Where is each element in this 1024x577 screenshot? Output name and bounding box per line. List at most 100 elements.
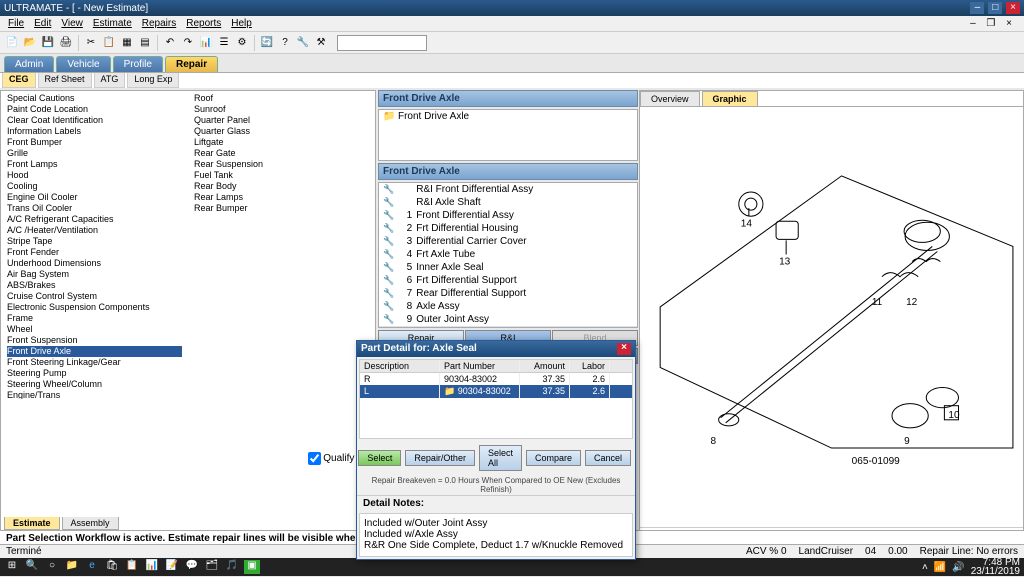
part-row[interactable]: 🔧3Differential Carrier Cover	[379, 235, 637, 248]
category-item[interactable]: Stripe Tape	[7, 236, 182, 247]
col-labor[interactable]: Labor	[570, 360, 610, 372]
part-row[interactable]: 🔧4Frt Axle Tube	[379, 248, 637, 261]
subtab-atg[interactable]: ATG	[94, 73, 126, 88]
category-item[interactable]: Paint Code Location	[7, 104, 182, 115]
subtab-ceg[interactable]: CEG	[2, 73, 36, 88]
part-row[interactable]: 🔧6Frt Differential Support	[379, 274, 637, 287]
list-icon[interactable]: ☰	[216, 35, 232, 51]
spreadsheet-icon[interactable]: 📊	[198, 35, 214, 51]
tray-volume-icon[interactable]: 🔊	[952, 562, 964, 573]
category-item[interactable]: Wheel	[7, 324, 182, 335]
category-item[interactable]: Front Suspension	[7, 335, 182, 346]
repair-other-button[interactable]: Repair/Other	[405, 450, 475, 466]
category-item[interactable]: Underhood Dimensions	[7, 258, 182, 269]
rtab-graphic[interactable]: Graphic	[702, 91, 758, 106]
save-icon[interactable]: 💾	[40, 35, 56, 51]
tab-vehicle[interactable]: Vehicle	[56, 56, 110, 72]
refresh-icon[interactable]: 🔄	[259, 35, 275, 51]
part-row[interactable]: 🔧R&I Front Differential Assy	[379, 183, 637, 196]
menu-help[interactable]: Help	[227, 17, 256, 30]
dialog-titlebar[interactable]: Part Detail for: Axle Seal ×	[357, 341, 635, 357]
menu-file[interactable]: File	[4, 17, 28, 30]
select-button[interactable]: Select	[358, 450, 401, 466]
subtab-longexp[interactable]: Long Exp	[127, 73, 179, 88]
tray-up-icon[interactable]: ˄	[922, 562, 928, 573]
category-item[interactable]: Electronic Suspension Components	[7, 302, 182, 313]
category-item[interactable]: Engine/Trans	[7, 390, 182, 399]
category-item[interactable]: Quarter Panel	[194, 115, 369, 126]
new-icon[interactable]: 📄	[4, 35, 20, 51]
btab-estimate[interactable]: Estimate	[4, 517, 60, 530]
col-partnumber[interactable]: Part Number	[440, 360, 520, 372]
qualify-checkbox[interactable]: Qualify	[308, 452, 354, 465]
part-row[interactable]: 🔧8Axle Assy	[379, 300, 637, 313]
tab-profile[interactable]: Profile	[113, 56, 163, 72]
compare-button[interactable]: Compare	[526, 450, 581, 466]
menu-view[interactable]: View	[57, 17, 87, 30]
category-item[interactable]: Grille	[7, 148, 182, 159]
btab-assembly[interactable]: Assembly	[62, 517, 119, 530]
print-icon[interactable]: 🖨	[58, 35, 74, 51]
category-item[interactable]: Front Bumper	[7, 137, 182, 148]
system-tray[interactable]: ˄ 📶 🔊 7:48 PM 23/11/2019	[922, 558, 1020, 576]
task-cortana-icon[interactable]: ○	[44, 560, 60, 574]
cut-icon[interactable]: ✂	[83, 35, 99, 51]
dialog-row[interactable]: L📁 90304-8300237.352.6	[360, 385, 632, 398]
help-icon[interactable]: ?	[277, 35, 293, 51]
category-item[interactable]: Rear Suspension	[194, 159, 369, 170]
redo-icon[interactable]: ↷	[180, 35, 196, 51]
parts-tree[interactable]: 🔧R&I Front Differential Assy🔧R&I Axle Sh…	[378, 182, 638, 328]
category-item[interactable]: Steering Wheel/Column	[7, 379, 182, 390]
mdi-minimize-button[interactable]: –	[966, 17, 980, 30]
category-item[interactable]: ABS/Brakes	[7, 280, 182, 291]
task-search-icon[interactable]: 🔍	[24, 560, 40, 574]
menu-edit[interactable]: Edit	[30, 17, 55, 30]
category-item[interactable]: Cruise Control System	[7, 291, 182, 302]
tray-network-icon[interactable]: 📶	[934, 562, 946, 573]
properties-icon[interactable]: ⚙	[234, 35, 250, 51]
start-button[interactable]: ⊞	[4, 560, 20, 574]
category-item[interactable]: Information Labels	[7, 126, 182, 137]
mdi-restore-button[interactable]: ❐	[982, 17, 999, 30]
category-item[interactable]: A/C Refrigerant Capacities	[7, 214, 182, 225]
category-item[interactable]: Cooling	[7, 181, 182, 192]
menu-reports[interactable]: Reports	[182, 17, 225, 30]
category-item[interactable]: Fuel Tank	[194, 170, 369, 181]
task-app2-icon[interactable]: 📊	[144, 560, 160, 574]
category-item[interactable]: Special Cautions	[7, 93, 182, 104]
task-store-icon[interactable]: 🛍	[104, 560, 120, 574]
col-amount[interactable]: Amount	[520, 360, 570, 372]
category-item[interactable]: Roof	[194, 93, 369, 104]
category-item[interactable]: Front Steering Linkage/Gear	[7, 357, 182, 368]
category-item[interactable]: A/C /Heater/Ventilation	[7, 225, 182, 236]
task-app3-icon[interactable]: 📝	[164, 560, 180, 574]
category-item[interactable]: Quarter Glass	[194, 126, 369, 137]
open-icon[interactable]: 📂	[22, 35, 38, 51]
task-app6-icon[interactable]: 🎵	[224, 560, 240, 574]
category-item[interactable]: Rear Bumper	[194, 203, 369, 214]
category-item[interactable]: Engine Oil Cooler	[7, 192, 182, 203]
category-item[interactable]: Rear Lamps	[194, 192, 369, 203]
category-item[interactable]: Liftgate	[194, 137, 369, 148]
toolbar-search-input[interactable]	[337, 35, 427, 51]
menu-repairs[interactable]: Repairs	[138, 17, 180, 30]
qualify-input[interactable]	[308, 452, 321, 465]
category-item[interactable]: Front Lamps	[7, 159, 182, 170]
select-all-button[interactable]: Select All	[479, 445, 522, 471]
mdi-close-button[interactable]: ×	[1002, 17, 1016, 30]
category-item[interactable]: Hood	[7, 170, 182, 181]
task-explorer-icon[interactable]: 📁	[64, 560, 80, 574]
dialog-row[interactable]: R90304-8300237.352.6	[360, 373, 632, 385]
tools-icon[interactable]: 🔧	[295, 35, 311, 51]
category-item[interactable]: Trans Oil Cooler	[7, 203, 182, 214]
part-row[interactable]: 🔧2Frt Differential Housing	[379, 222, 637, 235]
part-row[interactable]: 🔧9Outer Joint Assy	[379, 313, 637, 326]
category-item[interactable]: Air Bag System	[7, 269, 182, 280]
grid-icon[interactable]: ▦	[119, 35, 135, 51]
part-diagram[interactable]: 14 13 11 12 8 10 9 065-01099	[640, 107, 1023, 527]
category-item[interactable]: Front Drive Axle	[7, 346, 182, 357]
grid2-icon[interactable]: ▤	[137, 35, 153, 51]
category-item[interactable]: Sunroof	[194, 104, 369, 115]
undo-icon[interactable]: ↶	[162, 35, 178, 51]
category-item[interactable]: Rear Gate	[194, 148, 369, 159]
